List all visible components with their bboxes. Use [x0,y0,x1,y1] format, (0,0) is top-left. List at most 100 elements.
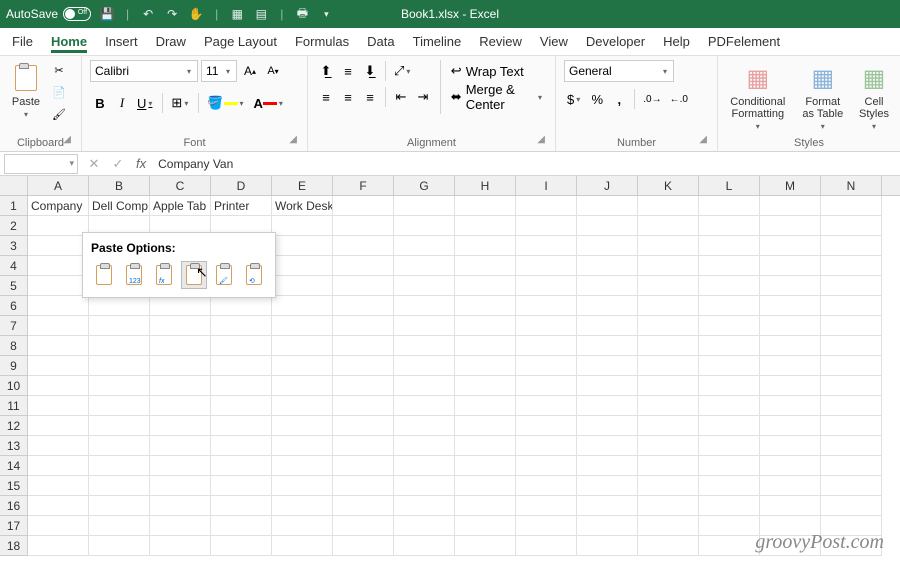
cell[interactable] [577,336,638,356]
cell[interactable] [699,216,760,236]
col-header-K[interactable]: K [638,176,699,195]
tab-draw[interactable]: Draw [156,30,186,53]
cell[interactable] [821,456,882,476]
cell[interactable] [272,496,333,516]
cell[interactable] [211,456,272,476]
borders-button[interactable]: ⊞▾ [168,92,193,114]
paste-option-transpose[interactable]: ↖ [181,261,207,289]
col-header-N[interactable]: N [821,176,882,195]
cell[interactable] [394,416,455,436]
enter-icon[interactable]: ✓ [106,156,130,172]
cell[interactable] [272,476,333,496]
cell[interactable] [516,236,577,256]
cell[interactable] [821,256,882,276]
tab-pdfelement[interactable]: PDFelement [708,30,780,53]
col-header-I[interactable]: I [516,176,577,195]
grid-icon[interactable]: ▤ [253,6,269,22]
cell[interactable] [150,516,211,536]
cell[interactable] [150,376,211,396]
cell[interactable] [211,436,272,456]
cell[interactable] [516,256,577,276]
cell[interactable] [455,456,516,476]
cell[interactable] [89,376,150,396]
col-header-M[interactable]: M [760,176,821,195]
cell[interactable] [577,196,638,216]
print-icon[interactable]: 🖶 [294,6,310,22]
cell[interactable] [272,256,333,276]
underline-button[interactable]: U▾ [134,92,157,114]
cell[interactable] [638,196,699,216]
cell[interactable]: Apple Tab [150,196,211,216]
cell[interactable]: Company [28,196,89,216]
format-painter-icon[interactable]: 🖌 [48,104,70,124]
cell[interactable] [272,356,333,376]
cell[interactable] [455,396,516,416]
cell[interactable] [150,496,211,516]
cell[interactable] [760,336,821,356]
cell[interactable] [821,296,882,316]
cell[interactable]: Work Desk [272,196,333,216]
col-header-C[interactable]: C [150,176,211,195]
cell[interactable] [211,396,272,416]
dialog-launcher-icon[interactable]: ◢ [537,134,545,145]
save-icon[interactable]: 💾 [99,6,115,22]
cell[interactable] [699,316,760,336]
autosave-toggle[interactable]: AutoSave Off [6,7,91,21]
cell[interactable] [699,396,760,416]
cell[interactable] [760,496,821,516]
align-left-icon[interactable]: ≡ [316,86,336,108]
copy-icon[interactable]: 📄 [48,82,70,102]
cell[interactable] [28,256,89,276]
cell[interactable] [28,236,89,256]
cell[interactable]: Printer [211,196,272,216]
cell[interactable] [760,316,821,336]
cell[interactable] [394,376,455,396]
cell[interactable] [150,316,211,336]
cell[interactable] [821,316,882,336]
cell[interactable] [272,336,333,356]
cell[interactable] [28,376,89,396]
cell[interactable] [699,236,760,256]
cell[interactable] [577,276,638,296]
align-center-icon[interactable]: ≡ [338,86,358,108]
cell[interactable] [821,436,882,456]
cell[interactable]: Dell Comp [89,196,150,216]
cell[interactable] [638,276,699,296]
align-bottom-icon[interactable]: ⬇̲ [360,60,380,82]
cell[interactable] [516,456,577,476]
cell[interactable] [455,516,516,536]
cell[interactable] [577,436,638,456]
cell[interactable] [28,216,89,236]
cell[interactable] [89,356,150,376]
cell[interactable] [211,536,272,556]
cell[interactable] [272,456,333,476]
increase-decimal-icon[interactable]: .0→ [640,88,664,110]
cell[interactable] [516,336,577,356]
cell[interactable] [28,456,89,476]
cell[interactable] [211,336,272,356]
paste-button[interactable]: Paste ▾ [8,60,44,121]
cell[interactable] [760,476,821,496]
cell[interactable] [150,416,211,436]
cell[interactable] [89,396,150,416]
cell[interactable] [577,216,638,236]
cell[interactable] [211,496,272,516]
cell[interactable] [638,456,699,476]
cell[interactable] [394,196,455,216]
cell[interactable] [333,396,394,416]
cell[interactable] [28,476,89,496]
cell[interactable] [760,236,821,256]
cell[interactable] [394,316,455,336]
cell[interactable] [89,436,150,456]
cell[interactable] [28,436,89,456]
cell[interactable] [577,376,638,396]
italic-button[interactable]: I [112,92,132,114]
cell[interactable] [760,256,821,276]
cell[interactable] [638,376,699,396]
tab-home[interactable]: Home [51,30,87,53]
cell[interactable] [699,436,760,456]
percent-button[interactable]: % [587,88,607,110]
cell[interactable] [760,416,821,436]
cell[interactable] [394,456,455,476]
cell[interactable] [272,536,333,556]
